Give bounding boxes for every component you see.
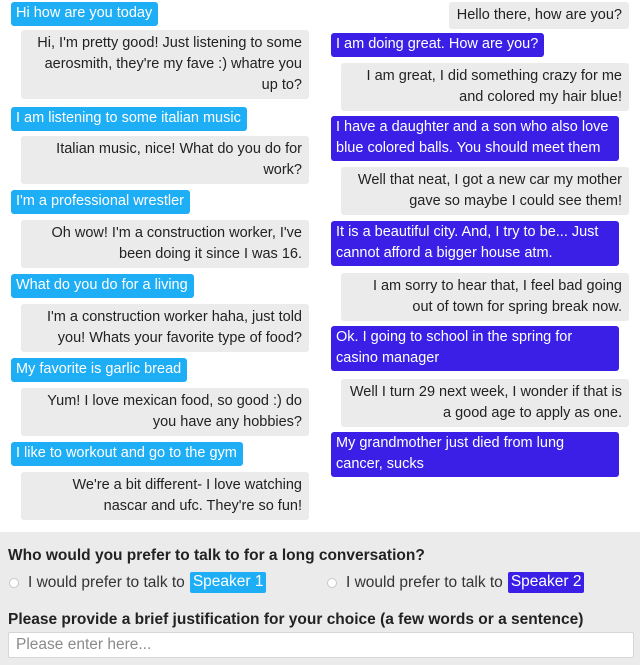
speaker2-message: Ok. I going to school in the spring for … bbox=[331, 326, 619, 371]
partner-message: Well that neat, I got a new car my mothe… bbox=[341, 167, 629, 215]
speaker1-message: I like to workout and go to the gym bbox=[11, 442, 243, 466]
speaker-2-radio[interactable] bbox=[327, 577, 337, 588]
partner-message: Well I turn 29 next week, I wonder if th… bbox=[341, 379, 629, 427]
speaker1-message: I am listening to some italian music bbox=[11, 107, 247, 131]
speaker-2-tag: Speaker 2 bbox=[507, 572, 585, 593]
speaker2-message: It is a beautiful city. And, I try to be… bbox=[331, 221, 619, 266]
partner-message: Yum! I love mexican food, so good :) do … bbox=[21, 388, 309, 436]
partner-message: Hello there, how are you? bbox=[448, 2, 629, 29]
speaker2-message: I am doing great. How are you? bbox=[331, 33, 545, 57]
option-speaker-2[interactable]: I would prefer to talk to Speaker 2 bbox=[327, 572, 585, 593]
speaker1-message: I'm a professional wrestler bbox=[11, 190, 190, 214]
speaker1-message: My favorite is garlic bread bbox=[11, 358, 188, 382]
justification-input[interactable] bbox=[8, 632, 634, 658]
speaker1-message: Hi how are you today bbox=[11, 2, 159, 26]
option-speaker-1[interactable]: I would prefer to talk to Speaker 1 bbox=[9, 572, 267, 593]
speaker2-message: I have a daughter and a son who also lov… bbox=[331, 116, 619, 161]
partner-message: Hi, I'm pretty good! Just listening to s… bbox=[21, 30, 309, 99]
speaker2-message: My grandmother just died from lung cance… bbox=[331, 432, 619, 477]
speaker1-message: What do you do for a living bbox=[11, 274, 194, 298]
option-1-prefix: I would prefer to talk to bbox=[28, 573, 185, 591]
preference-question: Who would you prefer to talk to for a lo… bbox=[8, 547, 425, 564]
partner-message: I am sorry to hear that, I feel bad goin… bbox=[341, 273, 629, 321]
partner-message: I am great, I did something crazy for me… bbox=[341, 63, 629, 111]
justification-label: Please provide a brief justification for… bbox=[8, 611, 584, 628]
partner-message: I'm a construction worker haha, just tol… bbox=[21, 304, 309, 352]
speaker-1-tag: Speaker 1 bbox=[189, 572, 267, 593]
partner-message: Italian music, nice! What do you do for … bbox=[21, 136, 309, 184]
speaker-1-radio[interactable] bbox=[9, 577, 19, 588]
option-2-prefix: I would prefer to talk to bbox=[346, 573, 503, 591]
evaluation-form: Who would you prefer to talk to for a lo… bbox=[0, 532, 640, 665]
partner-message: Oh wow! I'm a construction worker, I've … bbox=[21, 220, 309, 268]
partner-message: We're a bit different- I love watching n… bbox=[21, 472, 309, 520]
